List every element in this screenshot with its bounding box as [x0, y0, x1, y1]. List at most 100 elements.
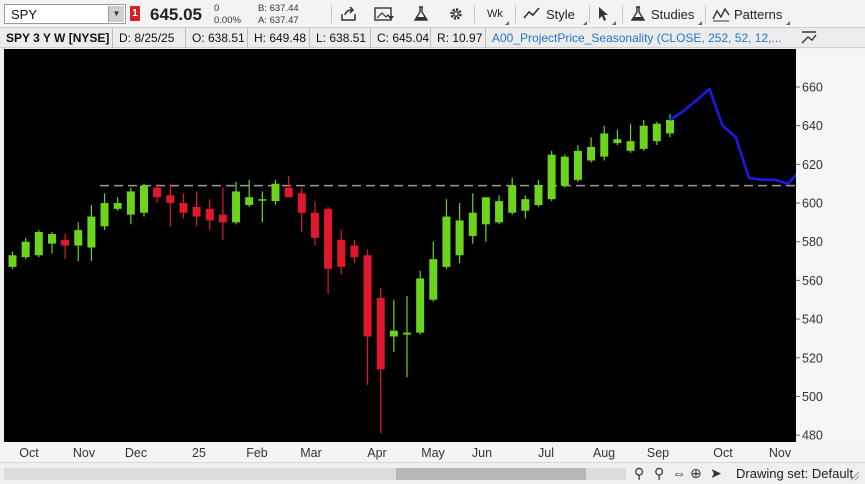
horizontal-scrollbar[interactable] [4, 468, 626, 480]
candle-body [153, 187, 162, 198]
price-tick-label: 620 [802, 158, 823, 172]
candle-body [416, 278, 425, 333]
drawing-set-label[interactable]: Drawing set: Default [736, 466, 853, 481]
percent-change: 0.00% [214, 15, 241, 26]
last-price: 645.05 [150, 5, 202, 24]
candle-body [652, 123, 661, 142]
toolbar-divider [474, 5, 475, 23]
candle-body [350, 245, 359, 258]
dropdown-corner-icon [505, 21, 509, 25]
collapse-button[interactable] [800, 29, 818, 50]
candle-body [87, 216, 96, 248]
candle-body [166, 195, 175, 204]
crosshair-icon[interactable]: ⊕ [690, 465, 702, 482]
candle [534, 179, 543, 207]
pointer-icon[interactable]: ➤ [710, 465, 722, 482]
cursor-button[interactable] [596, 3, 616, 25]
toolbar-divider [589, 5, 590, 23]
settings-button[interactable] [448, 3, 466, 25]
share-icon [341, 6, 356, 21]
candle-body [547, 154, 556, 200]
candle [310, 201, 319, 246]
candle [521, 195, 530, 219]
image-icon [374, 7, 394, 21]
bar-range: R: 10.97 [431, 28, 486, 48]
candle [573, 145, 582, 182]
time-axis[interactable]: Oct Nov Dec 25 Feb Mar Apr May Jun Jul Aug Sep Oct No… [0, 442, 865, 464]
symbol-description[interactable]: SPY 3 Y W [NYSE] [0, 28, 113, 48]
chart-info-bar: SPY 3 Y W [NYSE] D: 8/25/25 O: 638.51 H:… [0, 28, 865, 48]
dropdown-corner-icon [583, 21, 587, 25]
candle-body [218, 214, 227, 223]
candle-body [587, 146, 596, 161]
price-tick-label: 540 [802, 313, 823, 327]
zoom-out-icon[interactable]: ⚲ [634, 465, 644, 482]
style-button[interactable]: Style [523, 3, 587, 25]
candle-body [140, 185, 148, 213]
candle-body [521, 199, 530, 211]
candle-body [389, 330, 398, 337]
study-label[interactable]: A00_ProjectPrice_Seasonality (CLOSE, 252… [486, 28, 796, 48]
price-chart[interactable] [4, 49, 829, 442]
image-button[interactable] [374, 3, 396, 25]
toolbar: SPY ▼ 1 645.05 0 0.00% B: 637.44 A: 637.… [0, 0, 865, 28]
candle [613, 129, 622, 146]
bar-open: O: 638.51 [186, 28, 248, 48]
chart-canvas [8, 87, 829, 434]
flask-button[interactable] [413, 3, 431, 25]
price-axis[interactable]: 480 500 520 540 560 580 600 620 640 660 [796, 49, 865, 443]
patterns-button[interactable]: Patterns [712, 3, 790, 25]
candle [21, 237, 30, 260]
candle [639, 119, 648, 151]
bar-date: D: 8/25/25 [113, 28, 186, 48]
dropdown-corner-icon [786, 21, 790, 25]
candle [403, 295, 411, 378]
price-tick-label: 560 [802, 274, 823, 288]
toolbar-divider [705, 5, 706, 23]
price-tick-label: 660 [802, 81, 823, 95]
candle [218, 187, 227, 240]
candle [258, 191, 267, 223]
candle-body [324, 208, 333, 269]
dropdown-corner-icon [698, 21, 702, 25]
candle [363, 249, 372, 385]
candle-body [205, 208, 214, 221]
time-tick-label: Aug [593, 446, 615, 460]
candle [87, 204, 96, 262]
candle [34, 230, 43, 258]
alert-badge[interactable]: 1 [130, 6, 140, 21]
share-button[interactable] [340, 3, 362, 25]
candle-body [337, 239, 346, 267]
scrollbar-thumb[interactable] [396, 468, 586, 480]
expand-icon[interactable]: ⇔ [672, 465, 686, 481]
candle [245, 179, 254, 207]
symbol-text: SPY [11, 7, 38, 22]
candle [153, 183, 162, 204]
symbol-input[interactable]: SPY ▼ [4, 4, 126, 24]
candle [652, 121, 661, 146]
candle-body [245, 197, 254, 205]
flask-icon [630, 6, 646, 21]
candle-body [613, 139, 622, 144]
candle [416, 270, 425, 335]
candle-body [34, 232, 43, 256]
time-axis-canvas: Oct Nov Dec 25 Feb Mar Apr May Jun Jul Aug Sep Oct No… [19, 446, 792, 460]
candle-body [310, 212, 319, 238]
candle [442, 199, 451, 269]
symbol-dropdown-icon[interactable]: ▼ [108, 6, 124, 22]
projection-line [669, 87, 829, 185]
candle [324, 206, 333, 294]
time-tick-label: Dec [125, 446, 147, 460]
candle [47, 232, 56, 254]
studies-button[interactable]: Studies [630, 3, 702, 25]
candle [166, 183, 175, 227]
candle [140, 183, 148, 217]
time-tick-label: Feb [246, 446, 268, 460]
candle [271, 179, 280, 205]
price-axis-canvas: 480 500 520 540 560 580 600 620 640 660 [796, 81, 823, 443]
candle-body [61, 239, 70, 246]
zoom-in-icon[interactable]: ⚲ [654, 465, 664, 482]
candle-body [468, 212, 477, 236]
ask-price: A: 637.47 [258, 15, 299, 26]
aggregation-button[interactable]: Wk [487, 3, 509, 25]
